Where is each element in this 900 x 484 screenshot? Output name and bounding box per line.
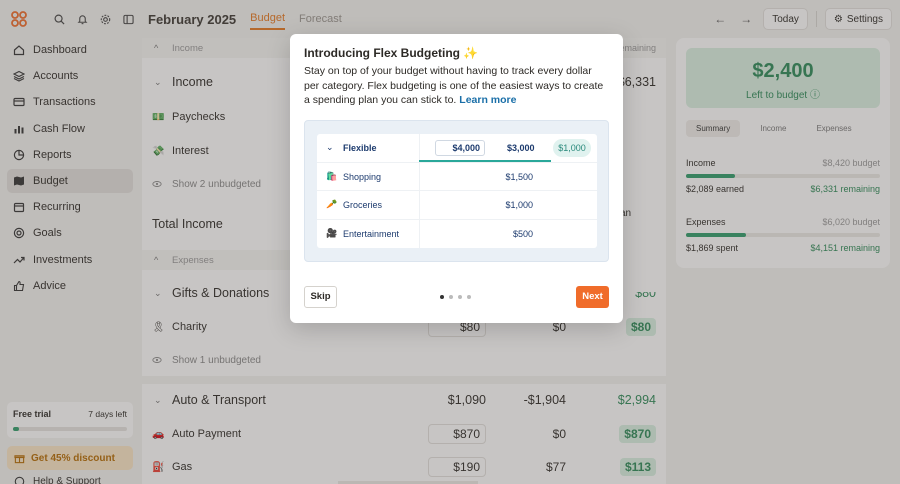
groceries-value: $1,000 xyxy=(505,200,533,210)
preview-row-flexible: ⌄ Flexible $4,000 $3,000 $1,000 xyxy=(317,134,597,163)
preview-row-shopping: 🛍️ Shopping $1,500 xyxy=(317,163,597,191)
entertainment-value: $500 xyxy=(512,228,533,239)
preview-row-groceries: 🥕 Groceries $1,000 xyxy=(317,191,597,220)
groceries-icon: 🥕 xyxy=(326,199,338,209)
modal-description: Stay on top of your budget without havin… xyxy=(304,65,604,106)
pagination-dot[interactable] xyxy=(467,295,471,299)
pagination-dot[interactable] xyxy=(449,295,453,299)
pagination-dots xyxy=(440,295,471,299)
flex-value-remaining: $1,000 xyxy=(553,139,591,157)
flex-budgeting-modal: Introducing Flex Budgeting ✨ Stay on top… xyxy=(290,34,623,323)
pagination-dot[interactable] xyxy=(440,295,444,299)
skip-button[interactable]: Skip xyxy=(304,286,337,308)
next-button[interactable]: Next xyxy=(576,286,609,308)
pagination-dot[interactable] xyxy=(458,295,462,299)
shopping-icon: 🛍️ xyxy=(326,170,338,181)
preview-table: ⌄ Flexible $4,000 $3,000 $1,000 🛍️ Shopp… xyxy=(317,134,597,248)
flexible-label: Flexible xyxy=(343,143,377,153)
entertainment-icon: 🎥 xyxy=(326,227,338,238)
flex-value-input: $4,000 xyxy=(435,140,485,156)
shopping-value: $1,500 xyxy=(505,171,533,182)
shopping-label: Shopping xyxy=(343,171,382,182)
groceries-label: Groceries xyxy=(343,200,383,210)
learn-more-link[interactable]: Learn more xyxy=(459,94,516,106)
modal-title: Introducing Flex Budgeting ✨ xyxy=(304,46,479,60)
flex-preview: ⌄ Flexible $4,000 $3,000 $1,000 🛍️ Shopp… xyxy=(304,120,609,262)
flex-value-actual: $3,000 xyxy=(507,143,535,153)
entertainment-label: Entertainment xyxy=(343,228,400,239)
preview-row-entertainment: 🎥 Entertainment $500 xyxy=(317,220,597,249)
chevron-down-icon: ⌄ xyxy=(326,142,334,152)
